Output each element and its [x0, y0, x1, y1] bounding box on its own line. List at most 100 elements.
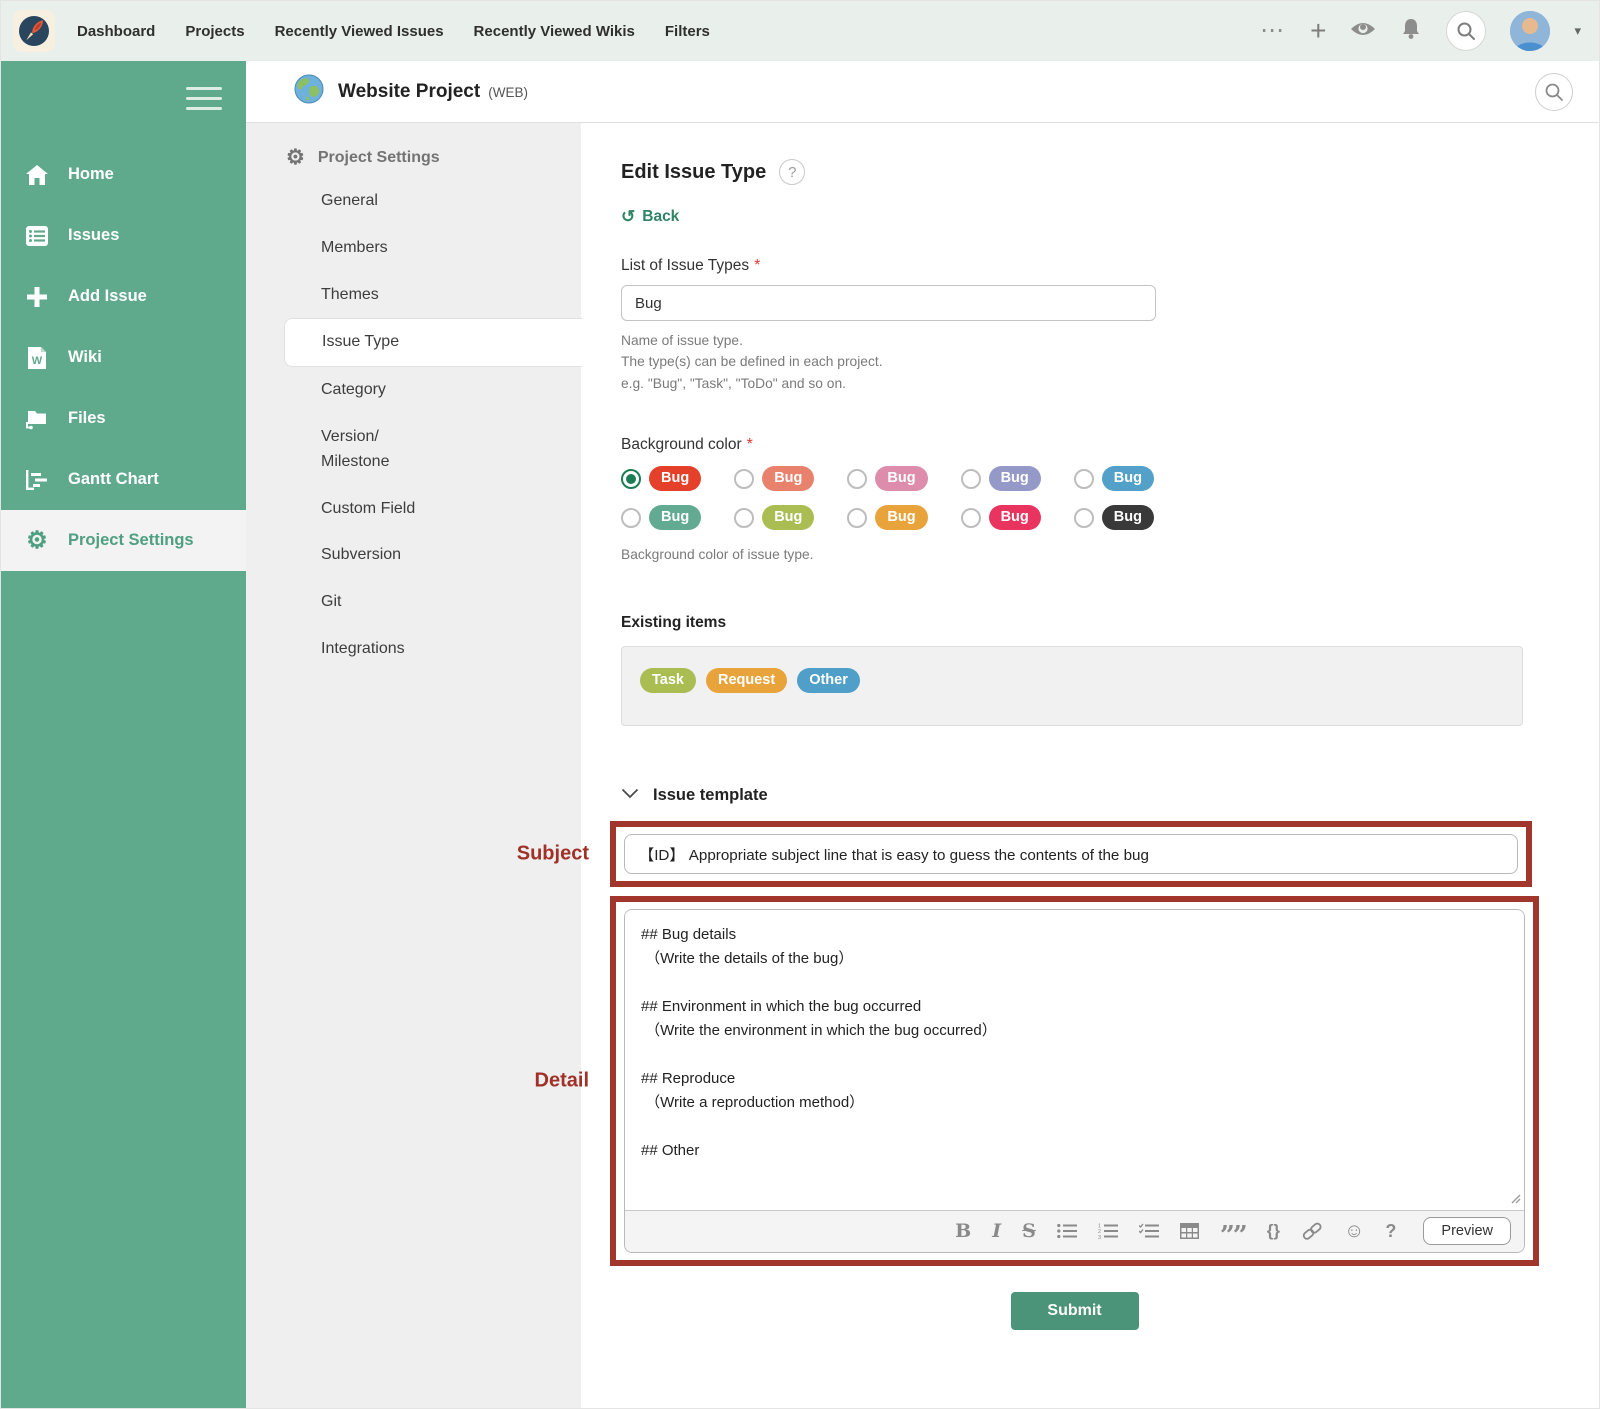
sidebar-item-label: Project Settings — [68, 531, 194, 550]
toolbar-help-icon[interactable]: ? — [1385, 1221, 1396, 1242]
add-icon[interactable]: + — [1310, 19, 1326, 43]
nav-recently-viewed-issues[interactable]: Recently Viewed Issues — [275, 23, 444, 40]
table-icon[interactable] — [1180, 1223, 1199, 1239]
svg-text:3: 3 — [1098, 1235, 1101, 1239]
settings-item-integrations[interactable]: Integrations — [246, 626, 581, 673]
color-option-periwinkle[interactable]: Bug — [961, 466, 1041, 491]
issue-type-name-help: Name of issue type. The type(s) can be d… — [621, 330, 1541, 394]
background-color-options: Bug Bug Bug Bug Bug Bug Bug Bug Bug Bug — [621, 466, 1541, 530]
user-avatar[interactable] — [1510, 11, 1550, 51]
submit-button[interactable]: Submit — [1011, 1292, 1139, 1330]
settings-item-members[interactable]: Members — [246, 225, 581, 272]
app-window: Dashboard Projects Recently Viewed Issue… — [0, 0, 1600, 1409]
issue-template-toggle[interactable]: Issue template — [621, 786, 1541, 805]
nav-recently-viewed-wikis[interactable]: Recently Viewed Wikis — [474, 23, 635, 40]
settings-item-custom-field[interactable]: Custom Field — [246, 486, 581, 533]
radio-button[interactable] — [847, 469, 867, 489]
color-option-dark[interactable]: Bug — [1074, 505, 1154, 530]
radio-button[interactable] — [621, 469, 641, 489]
sidebar-item-issues[interactable]: Issues — [1, 205, 246, 266]
back-link[interactable]: ↺ Back — [621, 207, 679, 227]
color-option-yellow-green[interactable]: Bug — [734, 505, 814, 530]
nav-filters[interactable]: Filters — [665, 23, 710, 40]
sidebar-item-files[interactable]: Files — [1, 388, 246, 449]
settings-item-general[interactable]: General — [246, 178, 581, 225]
wiki-document-icon: W — [23, 346, 51, 370]
detail-annotation-frame: Detail ## Bug details （Write the details… — [610, 896, 1539, 1266]
global-search-icon[interactable] — [1446, 11, 1486, 51]
settings-item-issue-type[interactable]: Issue Type — [284, 318, 582, 367]
settings-item-git[interactable]: Git — [246, 579, 581, 626]
notifications-bell-icon[interactable] — [1400, 18, 1422, 45]
project-key: (WEB) — [488, 85, 528, 100]
radio-button[interactable] — [961, 508, 981, 528]
radio-button[interactable] — [847, 508, 867, 528]
sidebar-collapse-icon[interactable] — [186, 87, 222, 110]
numbered-list-icon[interactable]: 123 — [1098, 1223, 1118, 1239]
radio-button[interactable] — [734, 508, 754, 528]
emoji-icon[interactable]: ☺ — [1344, 1220, 1364, 1243]
color-option-salmon[interactable]: Bug — [734, 466, 814, 491]
template-detail-editor: ## Bug details （Write the details of the… — [624, 909, 1525, 1253]
gear-icon: ⚙ — [23, 529, 51, 553]
radio-button[interactable] — [1074, 469, 1094, 489]
color-option-green[interactable]: Bug — [621, 505, 701, 530]
blockquote-icon[interactable]: ”” — [1220, 1231, 1246, 1241]
overflow-menu-icon[interactable]: ⋯ — [1260, 21, 1286, 41]
settings-item-subversion[interactable]: Subversion — [246, 532, 581, 579]
settings-item-themes[interactable]: Themes — [246, 272, 581, 319]
template-subject-input[interactable] — [624, 834, 1518, 874]
existing-item-task-badge[interactable]: Task — [640, 668, 696, 693]
backlog-logo-icon[interactable] — [13, 10, 55, 52]
sidebar-item-label: Issues — [68, 226, 119, 245]
sidebar-item-wiki[interactable]: W Wiki — [1, 327, 246, 388]
radio-button[interactable] — [734, 469, 754, 489]
existing-item-other-badge[interactable]: Other — [797, 668, 860, 693]
help-icon[interactable]: ? — [779, 159, 805, 185]
code-braces-icon[interactable]: {} — [1267, 1221, 1280, 1241]
color-option-crimson[interactable]: Bug — [961, 505, 1041, 530]
gear-icon: ⚙ — [286, 147, 305, 168]
sidebar-item-gantt-chart[interactable]: Gantt Chart — [1, 449, 246, 510]
preview-button[interactable]: Preview — [1423, 1217, 1511, 1245]
sidebar-item-label: Home — [68, 165, 114, 184]
watch-eye-icon[interactable] — [1350, 20, 1376, 43]
existing-item-request-badge[interactable]: Request — [706, 668, 787, 693]
radio-button[interactable] — [1074, 508, 1094, 528]
gantt-chart-icon — [23, 469, 51, 491]
sidebar: Home Issues Add Issue W Wiki — [1, 61, 246, 1408]
project-search-icon[interactable] — [1535, 73, 1573, 111]
sidebar-item-home[interactable]: Home — [1, 144, 246, 205]
issue-type-name-input[interactable] — [621, 285, 1156, 321]
project-settings-menu: ⚙ Project Settings General Members Theme… — [246, 123, 581, 1408]
template-detail-textarea[interactable]: ## Bug details （Write the details of the… — [625, 910, 1524, 1210]
color-option-amber[interactable]: Bug — [847, 505, 927, 530]
color-option-red[interactable]: Bug — [621, 466, 701, 491]
checklist-icon[interactable] — [1139, 1223, 1159, 1239]
project-settings-menu-title: ⚙ Project Settings — [246, 147, 581, 168]
link-icon[interactable] — [1301, 1222, 1323, 1240]
strikethrough-icon[interactable]: S — [1022, 1220, 1036, 1242]
svg-text:W: W — [32, 355, 43, 367]
nav-dashboard[interactable]: Dashboard — [77, 23, 155, 40]
sidebar-item-project-settings[interactable]: ⚙ Project Settings — [1, 510, 246, 571]
issue-type-name-label: List of Issue Types* — [621, 257, 1541, 275]
back-arrow-icon: ↺ — [621, 207, 635, 227]
radio-button[interactable] — [621, 508, 641, 528]
sidebar-item-label: Files — [68, 409, 106, 428]
italic-icon[interactable]: I — [992, 1220, 1001, 1242]
sidebar-item-add-issue[interactable]: Add Issue — [1, 266, 246, 327]
sidebar-item-label: Wiki — [68, 348, 102, 367]
bold-icon[interactable]: B — [955, 1220, 971, 1242]
settings-item-category[interactable]: Category — [246, 367, 581, 414]
color-option-blue[interactable]: Bug — [1074, 466, 1154, 491]
user-menu-caret-icon[interactable]: ▾ — [1574, 23, 1581, 39]
radio-button[interactable] — [961, 469, 981, 489]
project-header: Website Project (WEB) — [246, 61, 1599, 123]
color-option-pink[interactable]: Bug — [847, 466, 927, 491]
nav-projects[interactable]: Projects — [185, 23, 244, 40]
bullet-list-icon[interactable] — [1057, 1223, 1077, 1239]
settings-item-version-milestone[interactable]: Version/ Milestone — [246, 414, 451, 486]
required-asterisk: * — [747, 436, 753, 453]
resize-handle[interactable] — [1509, 1191, 1521, 1209]
